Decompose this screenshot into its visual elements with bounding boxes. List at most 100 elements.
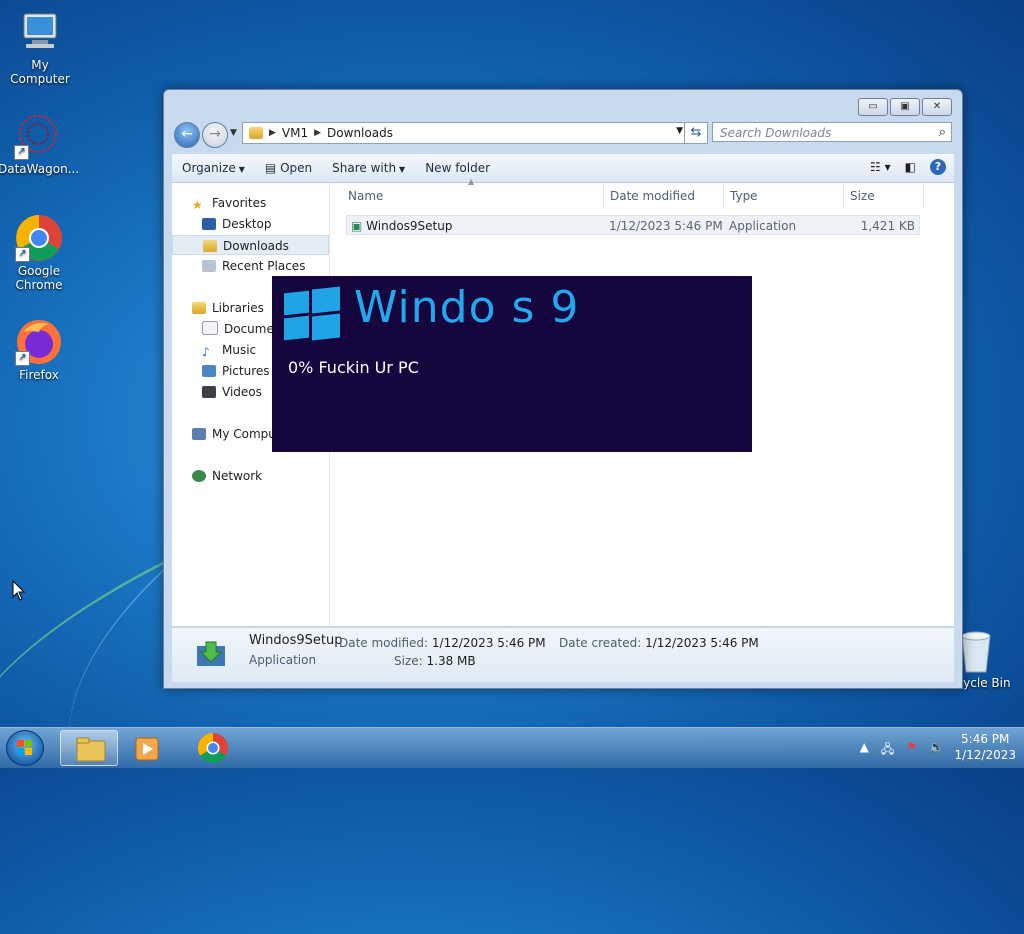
minimize-button[interactable]: ▭: [858, 98, 888, 116]
share-with-button[interactable]: Share with ▼: [322, 161, 415, 175]
music-icon: ♪: [202, 345, 210, 359]
nav-network[interactable]: Network: [172, 466, 329, 486]
command-bar: Organize ▼ ▤ Open Share with ▼ New folder …: [172, 154, 954, 183]
details-size: Size: 1.38 MB: [394, 654, 476, 668]
datawagon-icon: ↗: [14, 112, 62, 160]
chevron-right-icon[interactable]: ▶: [269, 128, 276, 138]
maximize-button[interactable]: ▣: [890, 98, 920, 116]
shortcut-arrow-icon: ↗: [14, 145, 29, 160]
taskbar: ▲ 🖧 ⚑ 🔈 5:46 PM 1/12/2023: [0, 727, 1024, 768]
system-tray: ▲ 🖧 ⚑ 🔈: [860, 740, 944, 761]
taskbar-media-player-button[interactable]: [120, 730, 178, 766]
fake-windows9-popup: Windo s 9 0% Fuckin Ur PC: [272, 276, 752, 452]
arrow-right-icon: →: [209, 126, 221, 142]
navigation-bar: ← → ▼ ▶ VM1 ▶ Downloads ▼ ⇆ Search Downl…: [172, 122, 954, 148]
desktop-icon-label: Firefox: [19, 368, 59, 382]
firefox-icon: ↗: [15, 318, 63, 366]
desktop-icon: [202, 218, 216, 230]
new-folder-button[interactable]: New folder: [415, 161, 500, 175]
column-type[interactable]: Type: [724, 185, 844, 207]
recent-pages-dropdown[interactable]: ▼: [230, 128, 237, 138]
file-row[interactable]: ▣ Windos9Setup 1/12/2023 5:46 PM Applica…: [346, 215, 920, 235]
file-date-cell: 1/12/2023 5:46 PM: [609, 219, 723, 233]
clock[interactable]: 5:46 PM 1/12/2023: [954, 731, 1016, 763]
shortcut-arrow-icon: ↗: [15, 351, 30, 366]
folder-icon: [76, 737, 106, 762]
desktop-icon-firefox[interactable]: ↗ Firefox: [0, 318, 79, 382]
nav-recent-places[interactable]: Recent Places: [172, 256, 329, 276]
close-button[interactable]: ✕: [922, 98, 952, 116]
forward-button[interactable]: →: [202, 122, 228, 148]
details-file-name: Windos9Setup: [249, 633, 343, 648]
windows-logo-icon: [284, 286, 340, 341]
nav-downloads[interactable]: Downloads: [172, 235, 329, 255]
column-name[interactable]: Name: [342, 185, 604, 207]
computer-icon: [192, 428, 206, 440]
clock-time: 5:46 PM: [961, 732, 1010, 746]
network-status-icon[interactable]: 🖧: [881, 740, 894, 761]
preview-pane-icon[interactable]: ◧: [905, 160, 916, 174]
taskbar-chrome-button[interactable]: [184, 730, 242, 766]
downloads-folder-icon: [203, 240, 217, 252]
organize-button[interactable]: Organize ▼: [172, 161, 255, 175]
chrome-icon: [197, 733, 228, 764]
computer-icon: [16, 8, 64, 56]
videos-icon: [202, 386, 216, 398]
nav-favorites[interactable]: ★ Favorites: [172, 193, 329, 213]
media-player-icon: [135, 737, 159, 761]
desktop-icon-google-chrome[interactable]: ↗ Google Chrome: [0, 214, 79, 292]
desktop-icon-label: My Computer: [10, 58, 70, 86]
address-bar[interactable]: ▶ VM1 ▶ Downloads ▼: [242, 122, 690, 144]
documents-icon: [202, 321, 218, 335]
open-button[interactable]: ▤ Open: [255, 161, 322, 175]
pictures-icon: [202, 365, 216, 377]
popup-status-text: 0% Fuckin Ur PC: [288, 358, 419, 377]
refresh-button[interactable]: ⇆: [684, 122, 708, 144]
popup-title: Windo s 9: [354, 282, 580, 333]
chrome-icon: ↗: [15, 214, 63, 262]
arrow-left-icon: ←: [181, 126, 193, 142]
recycle-bin-icon: [958, 630, 994, 674]
shortcut-arrow-icon: ↗: [15, 247, 30, 262]
libraries-icon: [192, 302, 206, 314]
star-icon: ★: [192, 198, 203, 212]
action-center-icon[interactable]: ⚑: [906, 740, 917, 761]
breadcrumb-downloads[interactable]: Downloads: [327, 126, 393, 140]
desktop-icon-my-computer[interactable]: My Computer: [0, 8, 80, 86]
mouse-cursor-icon: [12, 580, 26, 601]
desktop-icon-datawagon[interactable]: ↗ DataWagon...: [0, 112, 80, 176]
address-dropdown-icon[interactable]: ▼: [676, 126, 683, 136]
column-size[interactable]: Size: [844, 185, 924, 207]
show-hidden-icons-icon[interactable]: ▲: [860, 740, 869, 761]
search-icon[interactable]: ⌕: [939, 123, 946, 143]
back-button[interactable]: ←: [174, 122, 200, 148]
help-icon[interactable]: ?: [930, 159, 946, 175]
search-placeholder: Search Downloads: [720, 126, 832, 140]
chevron-down-icon: ▼: [399, 165, 406, 174]
chevron-right-icon[interactable]: ▶: [314, 128, 321, 138]
desktop-icon-label: DataWagon...: [0, 162, 80, 176]
volume-icon[interactable]: 🔈: [929, 740, 944, 761]
folder-icon: [249, 127, 263, 139]
search-input[interactable]: Search Downloads ⌕: [712, 122, 952, 142]
view-options-icon[interactable]: ☷ ▾: [870, 160, 891, 174]
desktop-icon-label: Google Chrome: [15, 264, 63, 292]
windows-flag-icon: [17, 740, 33, 756]
caption-buttons: ▭ ▣ ✕: [858, 98, 952, 116]
application-icon: ▣: [351, 219, 363, 233]
network-icon: [192, 470, 206, 482]
recent-places-icon: [202, 260, 216, 272]
column-date-modified[interactable]: Date modified: [604, 185, 724, 207]
file-name-cell: ▣ Windos9Setup: [351, 219, 453, 233]
details-pane: Windos9Setup Application Date modified: …: [172, 627, 954, 682]
file-size-cell: 1,421 KB: [860, 219, 915, 233]
start-button[interactable]: [6, 730, 44, 766]
refresh-icon: ⇆: [690, 125, 702, 140]
breadcrumb-vm1[interactable]: VM1: [282, 126, 308, 140]
file-type-cell: Application: [729, 219, 797, 233]
open-icon: ▤: [264, 161, 281, 175]
details-date-created: Date created: 1/12/2023 5:46 PM: [559, 636, 759, 650]
clock-date: 1/12/2023: [954, 748, 1016, 762]
nav-desktop[interactable]: Desktop: [172, 214, 329, 234]
taskbar-explorer-button[interactable]: [60, 730, 118, 766]
